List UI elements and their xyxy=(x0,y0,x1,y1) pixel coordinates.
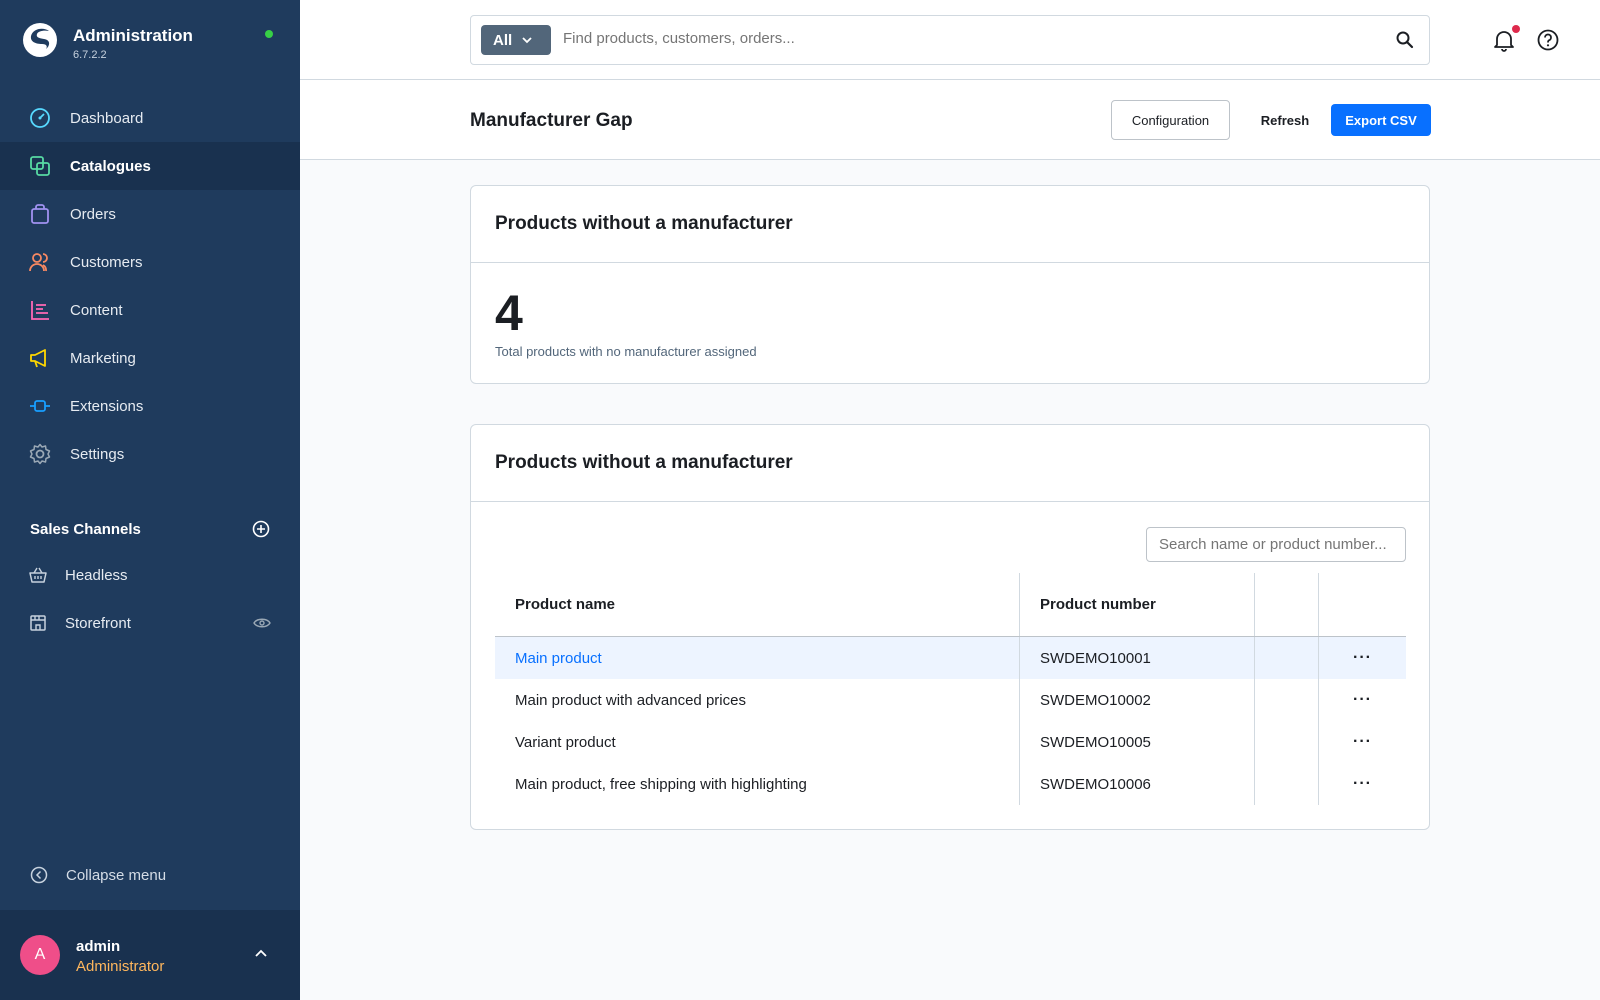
sales-channels-title: Sales Channels xyxy=(30,520,141,538)
settings-icon xyxy=(29,443,51,465)
product-name: Main product with advanced prices xyxy=(495,679,1020,721)
sidebar-item-dashboard[interactable]: Dashboard xyxy=(0,94,300,142)
empty-cell xyxy=(1255,679,1319,721)
page-title: Manufacturer Gap xyxy=(470,110,633,131)
app-version: 6.7.2.2 xyxy=(73,49,107,61)
top-bar: All xyxy=(300,0,1600,80)
shopware-logo-icon xyxy=(23,23,57,57)
sidebar-item-label: Catalogues xyxy=(70,157,151,175)
table-row[interactable]: Main product, free shipping with highlig… xyxy=(495,763,1406,805)
storefront-icon xyxy=(30,615,46,631)
search-type-label: All xyxy=(493,31,513,49)
collapse-arrow-icon xyxy=(30,866,48,884)
chevron-up-icon[interactable] xyxy=(254,948,268,958)
sidebar-item-catalogues[interactable]: Catalogues xyxy=(0,142,300,190)
online-status-dot xyxy=(265,30,273,38)
catalogues-icon xyxy=(29,155,51,177)
column-header-product-number[interactable]: Product number xyxy=(1020,573,1255,636)
search-icon[interactable] xyxy=(1395,30,1415,50)
app-title: Administration xyxy=(73,26,193,45)
user-profile[interactable]: A admin Administrator xyxy=(0,910,300,1000)
grid-search-input[interactable] xyxy=(1146,527,1406,562)
table-row[interactable]: Main product with advanced prices SWDEMO… xyxy=(495,679,1406,721)
summary-card: Products without a manufacturer 4 Total … xyxy=(470,185,1430,384)
products-grid: Product name Product number Main product… xyxy=(495,573,1406,805)
collapse-menu-label: Collapse menu xyxy=(66,866,167,884)
row-actions-button[interactable]: ··· xyxy=(1319,679,1406,721)
brand: Administration 6.7.2.2 xyxy=(22,22,193,61)
column-header-empty xyxy=(1255,573,1319,636)
search-type-select[interactable]: All xyxy=(481,25,551,55)
table-row[interactable]: Main product SWDEMO10001 ··· xyxy=(495,637,1406,679)
product-name: Main product, free shipping with highlig… xyxy=(495,763,1020,805)
products-list-card: Products without a manufacturer Product … xyxy=(470,424,1430,830)
customers-icon xyxy=(29,251,51,273)
notification-badge xyxy=(1512,25,1520,33)
sidebar-item-orders[interactable]: Orders xyxy=(0,190,300,238)
products-list-title: Products without a manufacturer xyxy=(471,425,1429,502)
sidebar-item-marketing[interactable]: Marketing xyxy=(0,334,300,382)
product-number: SWDEMO10002 xyxy=(1020,679,1255,721)
dashboard-icon xyxy=(29,107,51,129)
row-actions-button[interactable]: ··· xyxy=(1319,637,1406,679)
products-count: 4 xyxy=(495,285,523,341)
global-search: All xyxy=(470,15,1430,65)
marketing-icon xyxy=(29,347,51,369)
empty-cell xyxy=(1255,721,1319,763)
sidebar-item-label: Extensions xyxy=(70,397,144,415)
sidebar-item-content[interactable]: Content xyxy=(0,286,300,334)
configuration-button[interactable]: Configuration xyxy=(1111,100,1230,140)
sales-channel-headless[interactable]: Headless xyxy=(29,555,271,595)
sales-channel-label: Headless xyxy=(65,566,128,584)
user-name: admin xyxy=(76,938,121,955)
summary-card-title: Products without a manufacturer xyxy=(471,186,1429,263)
empty-cell xyxy=(1255,763,1319,805)
add-sales-channel-icon[interactable] xyxy=(252,520,270,538)
user-role: Administrator xyxy=(76,958,165,975)
avatar: A xyxy=(20,935,60,975)
sidebar-item-settings[interactable]: Settings xyxy=(0,430,300,478)
extensions-icon xyxy=(29,395,51,417)
sidebar-item-label: Settings xyxy=(70,445,125,463)
product-number: SWDEMO10005 xyxy=(1020,721,1255,763)
row-actions-button[interactable]: ··· xyxy=(1319,763,1406,805)
sidebar-item-label: Marketing xyxy=(70,349,136,367)
product-name: Variant product xyxy=(495,721,1020,763)
column-header-actions xyxy=(1319,573,1406,636)
content-icon xyxy=(29,299,51,321)
refresh-button[interactable]: Refresh xyxy=(1250,104,1320,136)
sales-channel-label: Storefront xyxy=(65,614,131,632)
sidebar-item-label: Orders xyxy=(70,205,116,223)
main-nav: Dashboard Catalogues Orders Customers Co… xyxy=(0,94,300,478)
sidebar-item-label: Dashboard xyxy=(70,109,144,127)
product-number: SWDEMO10006 xyxy=(1020,763,1255,805)
empty-cell xyxy=(1255,637,1319,679)
product-name-link[interactable]: Main product xyxy=(515,650,602,667)
sidebar-item-customers[interactable]: Customers xyxy=(0,238,300,286)
sidebar-item-label: Customers xyxy=(70,253,143,271)
eye-icon[interactable] xyxy=(253,617,271,629)
sidebar-item-extensions[interactable]: Extensions xyxy=(0,382,300,430)
basket-icon xyxy=(29,567,47,583)
row-actions-button[interactable]: ··· xyxy=(1319,721,1406,763)
collapse-menu-button[interactable]: Collapse menu xyxy=(30,866,166,884)
help-icon[interactable] xyxy=(1536,28,1560,52)
product-number: SWDEMO10001 xyxy=(1020,637,1255,679)
sidebar-item-label: Content xyxy=(70,301,123,319)
products-count-description: Total products with no manufacturer assi… xyxy=(495,344,757,359)
grid-header-row: Product name Product number xyxy=(495,573,1406,637)
column-header-product-name[interactable]: Product name xyxy=(495,573,1020,636)
sales-channel-storefront[interactable]: Storefront xyxy=(29,603,271,643)
chevron-down-icon xyxy=(522,37,532,44)
search-input[interactable] xyxy=(563,30,1343,47)
sidebar: Administration 6.7.2.2 Dashboard Catalog… xyxy=(0,0,300,1000)
sales-channels-header: Sales Channels xyxy=(30,520,270,538)
smart-bar: Manufacturer Gap Configuration Refresh E… xyxy=(300,80,1600,160)
orders-icon xyxy=(29,203,51,225)
table-row[interactable]: Variant product SWDEMO10005 ··· xyxy=(495,721,1406,763)
export-csv-button[interactable]: Export CSV xyxy=(1331,104,1431,136)
